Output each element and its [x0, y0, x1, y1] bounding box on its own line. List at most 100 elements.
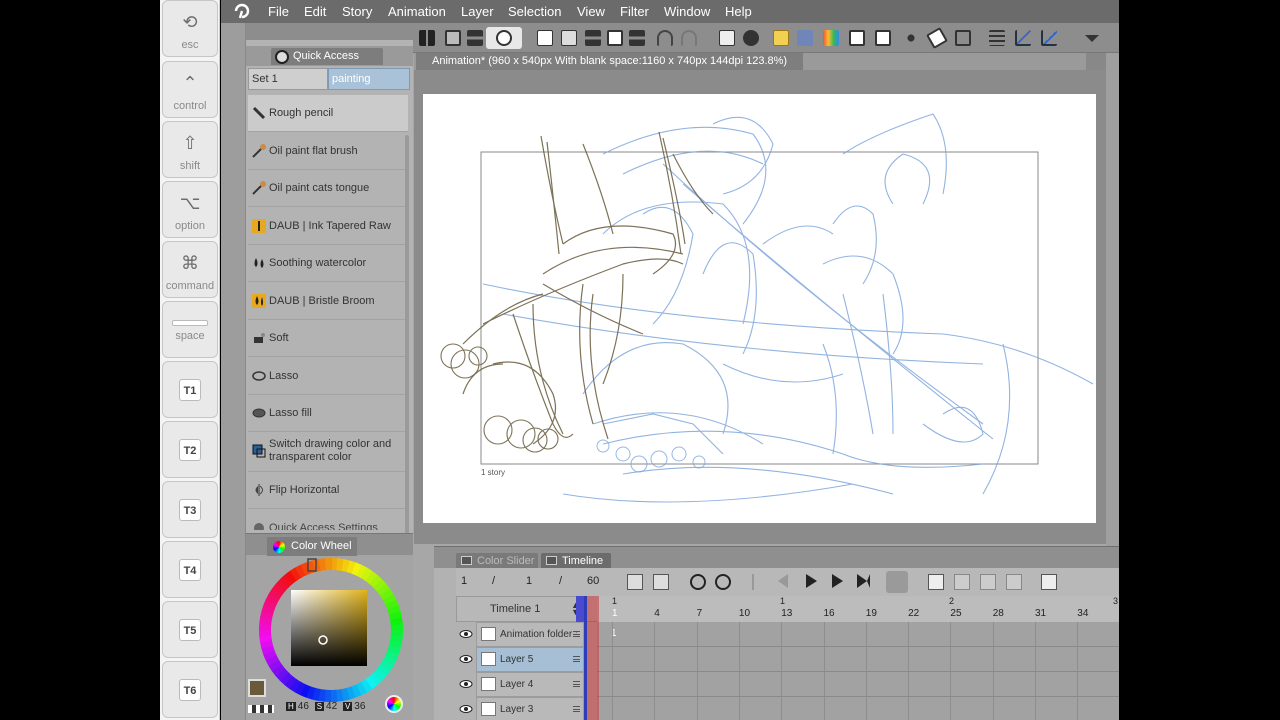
fill-icon[interactable]	[741, 27, 761, 49]
clear-icon[interactable]	[717, 27, 737, 49]
quick-access-item[interactable]: Oil paint flat brush	[248, 133, 408, 170]
quick-access-item[interactable]: Switch drawing color and transparent col…	[248, 433, 408, 472]
document-menu-icon[interactable]	[1086, 53, 1106, 70]
drag-handle-icon[interactable]	[573, 656, 580, 662]
eye-icon[interactable]	[459, 652, 473, 666]
option-key[interactable]: ⌥ option	[162, 181, 218, 238]
frame-cells[interactable]	[597, 697, 1119, 720]
eye-icon[interactable]	[459, 677, 473, 691]
quick-access-set-select[interactable]: Set 1	[248, 68, 328, 90]
layers-stack-icon[interactable]	[987, 27, 1007, 49]
color-wheel-tab[interactable]: Color Wheel	[246, 533, 413, 556]
sparkle-icon[interactable]	[901, 27, 921, 49]
document-tab[interactable]: Animation* (960 x 540px With blank space…	[416, 53, 803, 70]
quick-access-item[interactable]: Lasso fill	[248, 395, 408, 432]
layer-name-cell[interactable]: Layer 5	[476, 647, 584, 672]
quick-access-item[interactable]: Quick Access Settings	[248, 510, 408, 530]
eye-icon[interactable]	[459, 627, 473, 641]
timeline-row[interactable]: Layer 3	[456, 697, 1119, 720]
frame-cells[interactable]	[597, 647, 1119, 672]
zoom-out-icon[interactable]	[690, 574, 706, 590]
sort-arrows-icon[interactable]	[627, 27, 647, 49]
onion-skin-icon[interactable]	[928, 574, 944, 590]
ruler-icon[interactable]	[1013, 27, 1033, 49]
playhead[interactable]	[587, 596, 599, 720]
quick-access-item[interactable]: Soothing watercolor	[248, 245, 408, 282]
new-animation-folder-icon[interactable]	[627, 574, 643, 590]
frame-ruler[interactable]: 147101316192225283134371123	[597, 596, 1119, 622]
vector-icon[interactable]	[1039, 27, 1059, 49]
first-frame-icon[interactable]	[752, 574, 768, 590]
t6-key[interactable]: T6	[162, 661, 218, 718]
tab-timeline[interactable]: Timeline	[541, 553, 611, 569]
t4-key[interactable]: T4	[162, 541, 218, 598]
layer-export-icon[interactable]	[873, 27, 893, 49]
crop-icon[interactable]	[953, 27, 973, 49]
frame-cells[interactable]	[597, 672, 1119, 697]
t1-key[interactable]: T1	[162, 361, 218, 418]
control-key[interactable]: ⌃ control	[162, 61, 218, 118]
color-mode-icon[interactable]	[385, 695, 403, 713]
menu-edit[interactable]: Edit	[304, 4, 326, 19]
menu-help[interactable]: Help	[725, 4, 752, 19]
menu-story[interactable]: Story	[342, 4, 372, 19]
timeline-name-select[interactable]: Timeline 1 ▲▼	[456, 596, 584, 622]
panel-collapse-strip[interactable]	[221, 23, 246, 720]
clip-studio-assets-icon[interactable]	[486, 27, 522, 49]
menu-file[interactable]: File	[268, 4, 289, 19]
shift-key[interactable]: ⇧ shift	[162, 121, 218, 178]
clear-cel-icon[interactable]	[1006, 574, 1022, 590]
quick-access-item[interactable]: Flip Horizontal	[248, 472, 408, 509]
menu-view[interactable]: View	[577, 4, 605, 19]
eraser-icon[interactable]	[926, 27, 948, 49]
t3-key[interactable]: T3	[162, 481, 218, 538]
menu-animation[interactable]: Animation	[388, 4, 446, 19]
clip-icon[interactable]	[795, 27, 815, 49]
sort-arrows-icon[interactable]	[583, 27, 603, 49]
transform-icon[interactable]	[443, 27, 463, 49]
menu-selection[interactable]: Selection	[508, 4, 561, 19]
save-icon[interactable]	[605, 27, 625, 49]
open-file-icon[interactable]	[559, 27, 579, 49]
previous-frame-icon[interactable]	[778, 574, 788, 588]
esc-key[interactable]: ⟲ esc	[162, 0, 218, 57]
t5-key[interactable]: T5	[162, 601, 218, 658]
quick-access-item[interactable]: Oil paint cats tongue	[248, 170, 408, 207]
zoom-in-icon[interactable]	[715, 574, 731, 590]
drawing-canvas[interactable]: 1 story	[423, 94, 1096, 523]
redo-icon[interactable]	[679, 27, 699, 49]
quick-access-tab[interactable]: Quick Access	[246, 46, 413, 66]
sort-arrows-icon[interactable]	[465, 27, 485, 49]
drag-handle-icon[interactable]	[573, 706, 580, 712]
folder-icon[interactable]	[771, 27, 791, 49]
space-key[interactable]: space	[162, 301, 218, 358]
toolbar-dropdown-icon[interactable]	[1083, 27, 1103, 49]
timeline-row[interactable]: Animation folder : 1 1	[456, 622, 1119, 663]
menu-window[interactable]: Window	[664, 4, 710, 19]
layer-image-icon[interactable]	[847, 27, 867, 49]
main-color-swatch[interactable]	[248, 679, 266, 697]
undo-icon[interactable]	[655, 27, 675, 49]
light-table-icon[interactable]	[954, 574, 970, 590]
quick-access-set-name[interactable]: painting	[328, 68, 410, 90]
tab-color-slider[interactable]: Color Slider	[456, 553, 538, 569]
layer-name-cell[interactable]: Layer 3	[476, 697, 584, 720]
timeline-settings-icon[interactable]	[1041, 574, 1057, 590]
transparent-color-swatch[interactable]	[248, 705, 274, 713]
color-palette-icon[interactable]	[821, 27, 841, 49]
specify-cels-icon[interactable]	[980, 574, 996, 590]
loop-icon[interactable]	[886, 571, 908, 593]
timeline-row[interactable]: Layer 4	[456, 672, 1119, 697]
layer-name-cell[interactable]: Layer 4	[476, 672, 584, 697]
command-key[interactable]: ⌘ command	[162, 241, 218, 298]
next-frame-icon[interactable]	[832, 574, 843, 588]
frame-cells[interactable]: 1	[597, 622, 1119, 647]
quick-access-item[interactable]: DAUB | Bristle Broom	[248, 283, 408, 320]
last-frame-icon[interactable]	[857, 574, 870, 588]
clip-studio-logo-icon[interactable]	[233, 2, 251, 20]
quick-access-item[interactable]: Soft	[248, 320, 408, 357]
quick-access-item[interactable]: Rough pencil	[248, 95, 408, 132]
quick-access-item[interactable]: DAUB | Ink Tapered Raw	[248, 208, 408, 245]
layer-name-cell[interactable]: Animation folder : 1	[476, 622, 584, 663]
canvas-area[interactable]: 1 story	[414, 70, 1106, 544]
